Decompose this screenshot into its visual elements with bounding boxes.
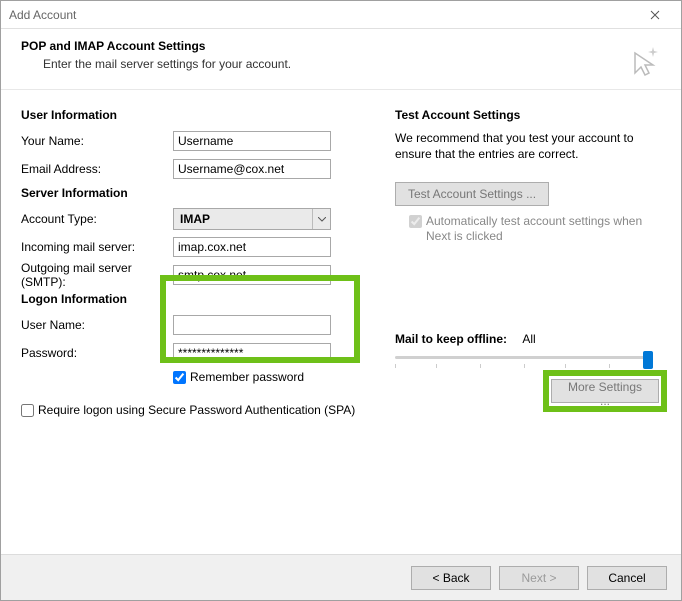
slider-tick bbox=[436, 364, 437, 368]
section-user-info: User Information bbox=[21, 108, 387, 122]
your-name-label: Your Name: bbox=[21, 134, 173, 148]
spa-row[interactable]: Require logon using Secure Password Auth… bbox=[21, 403, 387, 418]
username-input[interactable] bbox=[173, 315, 331, 335]
mail-keep-label: Mail to keep offline: bbox=[395, 332, 507, 346]
section-server-info: Server Information bbox=[21, 186, 387, 200]
account-type-select[interactable]: IMAP bbox=[173, 208, 331, 230]
autotest-checkbox[interactable] bbox=[409, 215, 422, 228]
autotest-row[interactable]: Automatically test account settings when… bbox=[409, 214, 661, 244]
remember-password-checkbox[interactable] bbox=[173, 371, 186, 384]
slider-tick bbox=[395, 364, 396, 368]
next-button[interactable]: Next > bbox=[499, 566, 579, 590]
back-button[interactable]: < Back bbox=[411, 566, 491, 590]
test-account-button[interactable]: Test Account Settings ... bbox=[395, 182, 549, 206]
account-type-label: Account Type: bbox=[21, 212, 173, 226]
slider-tick bbox=[524, 364, 525, 368]
slider-tick bbox=[609, 364, 610, 368]
mail-keep-slider[interactable] bbox=[395, 352, 653, 378]
slider-thumb[interactable] bbox=[643, 351, 653, 369]
right-column: Test Account Settings We recommend that … bbox=[387, 104, 661, 554]
slider-track bbox=[395, 356, 653, 359]
outgoing-server-input[interactable] bbox=[173, 265, 331, 285]
email-label: Email Address: bbox=[21, 162, 173, 176]
left-column: User Information Your Name: Email Addres… bbox=[21, 104, 387, 554]
mail-keep-row: Mail to keep offline: All bbox=[395, 332, 661, 346]
username-label: User Name: bbox=[21, 318, 173, 332]
remember-password-label: Remember password bbox=[190, 370, 304, 385]
header: POP and IMAP Account Settings Enter the … bbox=[1, 29, 681, 90]
page-subtitle: Enter the mail server settings for your … bbox=[43, 57, 661, 71]
more-settings-button[interactable]: More Settings ... bbox=[551, 379, 659, 403]
close-icon bbox=[650, 10, 660, 20]
window-title: Add Account bbox=[9, 8, 76, 22]
close-button[interactable] bbox=[637, 2, 673, 28]
remember-password-row[interactable]: Remember password bbox=[173, 370, 387, 385]
autotest-label: Automatically test account settings when… bbox=[426, 214, 661, 244]
add-account-dialog: Add Account POP and IMAP Account Setting… bbox=[0, 0, 682, 601]
incoming-label: Incoming mail server: bbox=[21, 240, 173, 254]
page-title: POP and IMAP Account Settings bbox=[21, 39, 661, 53]
footer: < Back Next > Cancel bbox=[1, 554, 681, 600]
test-recommend-text: We recommend that you test your account … bbox=[395, 130, 661, 162]
mail-keep-value: All bbox=[522, 332, 535, 346]
incoming-server-input[interactable] bbox=[173, 237, 331, 257]
chevron-down-icon bbox=[312, 209, 330, 229]
account-type-value: IMAP bbox=[174, 212, 312, 226]
email-input[interactable] bbox=[173, 159, 331, 179]
dialog-body: User Information Your Name: Email Addres… bbox=[1, 90, 681, 554]
spa-label: Require logon using Secure Password Auth… bbox=[38, 403, 355, 418]
spa-checkbox[interactable] bbox=[21, 404, 34, 417]
password-label: Password: bbox=[21, 346, 173, 360]
password-input[interactable] bbox=[173, 343, 331, 363]
outgoing-label: Outgoing mail server (SMTP): bbox=[21, 261, 173, 289]
section-logon-info: Logon Information bbox=[21, 292, 387, 306]
cursor-sparkle-icon bbox=[625, 43, 661, 82]
slider-tick bbox=[565, 364, 566, 368]
cancel-button[interactable]: Cancel bbox=[587, 566, 667, 590]
slider-tick bbox=[480, 364, 481, 368]
section-test: Test Account Settings bbox=[395, 108, 661, 122]
titlebar: Add Account bbox=[1, 1, 681, 29]
your-name-input[interactable] bbox=[173, 131, 331, 151]
